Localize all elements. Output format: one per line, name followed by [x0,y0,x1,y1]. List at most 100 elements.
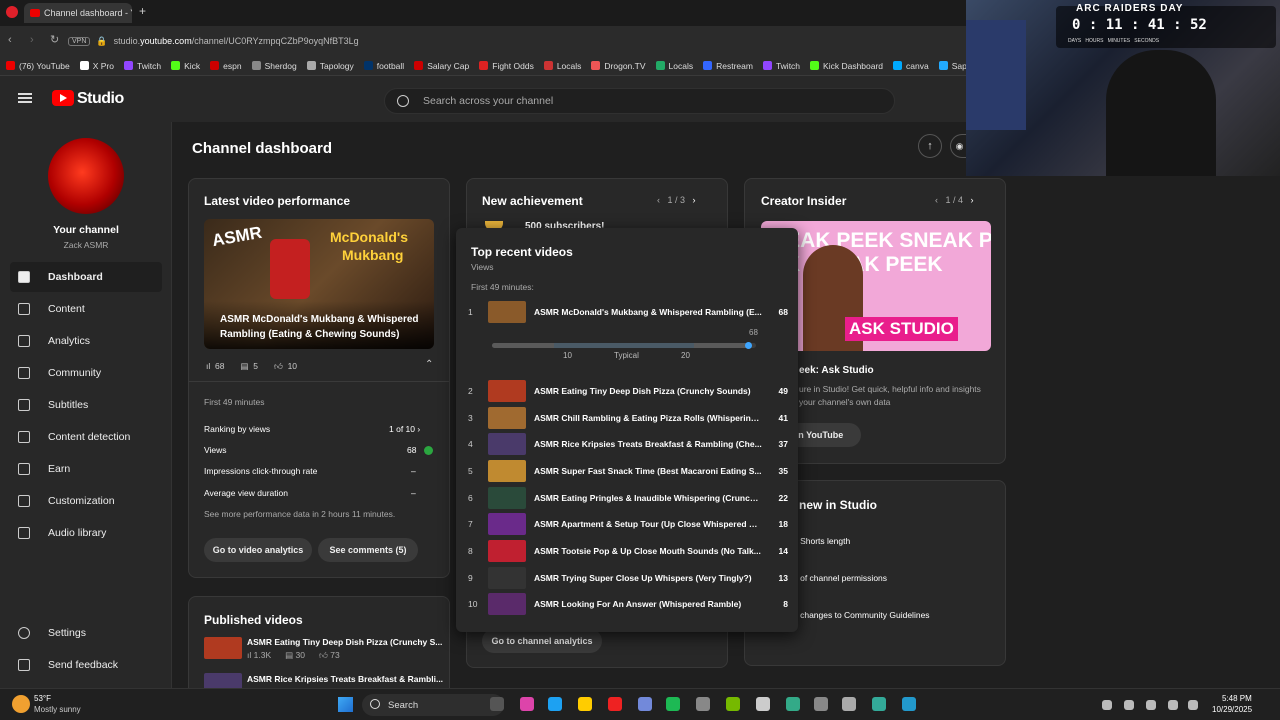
sidebar-item-community[interactable]: Community [10,358,162,388]
bookmark-item[interactable]: Salary Cap [414,61,469,71]
pager-text: 1 / 4 [945,195,964,205]
video-views: 68 [778,307,788,317]
sidebar-item-analytics[interactable]: Analytics [10,326,162,356]
ctr-value: – [411,466,416,476]
upload-icon[interactable]: ↑ [918,134,942,158]
video-title: ASMR Eating Tiny Deep Dish Pizza (Crunch… [534,386,751,396]
sidebar-item-label: Subtitles [48,399,89,411]
sidebar-item-feedback[interactable]: Send feedback [10,650,162,680]
top-video-row[interactable]: 9 ASMR Trying Super Close Up Whispers (Ve… [468,566,788,590]
studio-logo-text[interactable]: Studio [77,90,124,108]
see-comments-button[interactable]: See comments (5) [318,538,418,562]
sidebar-item-content-detection[interactable]: Content detection [10,422,162,452]
popup-subtitle: Views [471,262,494,272]
tray-icon[interactable] [1102,700,1112,710]
bookmark-item[interactable]: espn [210,61,242,71]
video-thumbnail[interactable]: ASMR McDonald's Mukbang ASMR McDonald's … [204,219,434,349]
bookmark-item[interactable]: Tapology [306,61,354,71]
bookmark-item[interactable]: Fight Odds [479,61,534,71]
sidebar-item-customization[interactable]: Customization [10,486,162,516]
taskbar-app-icon[interactable] [842,697,856,711]
bookmark-item[interactable]: X Pro [79,61,114,71]
taskbar-app-icon[interactable] [666,697,680,711]
collapse-icon[interactable]: ⌃ [425,359,433,370]
url-field[interactable]: VPN 🔒 studio. youtube.com/channel/UC0RYzm… [68,32,968,50]
top-video-row[interactable]: 8 ASMR Tootsie Pop & Up Close Mouth Sound… [468,539,788,563]
dollar-icon [18,463,30,475]
top-video-row[interactable]: 3 ASMR Chill Rambling & Eating Pizza Roll… [468,406,788,430]
insider-description: ure in Studio! Get quick, helpful info a… [799,384,981,407]
likes-stat: 👍︎ 73 [319,650,340,660]
taskbar-app-icon[interactable] [608,697,622,711]
taskbar-app-icon[interactable] [872,697,886,711]
whats-new-item[interactable]: g Shorts length [793,536,850,546]
tray-icon[interactable] [1168,700,1178,710]
bookmark-item[interactable]: Restream [703,61,753,71]
top-video-row[interactable]: 1 ASMR McDonald's Mukbang & Whispered Ram… [468,300,788,324]
top-video-row[interactable]: 5 ASMR Super Fast Snack Time (Best Macaro… [468,459,788,483]
taskbar-app-icon[interactable] [520,697,534,711]
menu-icon[interactable] [18,93,32,95]
sidebar-item-content[interactable]: Content [10,294,162,324]
bookmark-item[interactable]: Twitch [124,61,161,71]
taskbar-app-icon[interactable] [756,697,770,711]
bookmark-item[interactable]: Twitch [762,61,800,71]
channel-avatar[interactable] [48,138,124,214]
ranking-value[interactable]: 1 of 10 › [389,424,420,434]
video-rank: 10 [468,599,478,609]
published-video-title[interactable]: ASMR Rice Kripsies Treats Breakfast & Ra… [247,674,443,684]
bookmark-item[interactable]: Locals [655,61,693,71]
forward-icon[interactable]: › [30,34,34,46]
bookmark-item[interactable]: Kick Dashboard [810,61,883,71]
bookmark-item[interactable]: football [363,61,404,71]
bookmark-item[interactable]: Kick [171,61,200,71]
video-analytics-button[interactable]: Go to video analytics [204,538,312,562]
published-video-title[interactable]: ASMR Eating Tiny Deep Dish Pizza (Crunch… [247,637,442,647]
sidebar-item-earn[interactable]: Earn [10,454,162,484]
taskbar-app-icon[interactable] [902,697,916,711]
taskbar-app-icon[interactable] [578,697,592,711]
taskbar-app-icon[interactable] [490,697,504,711]
reload-icon[interactable]: ↻ [50,33,59,46]
top-video-row[interactable]: 4 ASMR Rice Kripsies Treats Breakfast & R… [468,432,788,456]
tray-icon[interactable] [1124,700,1134,710]
top-video-row[interactable]: 2 ASMR Eating Tiny Deep Dish Pizza (Crunc… [468,379,788,403]
taskbar-app-icon[interactable] [726,697,740,711]
windows-start-icon[interactable] [338,697,353,712]
bookmark-label: Twitch [137,60,162,71]
new-tab-icon[interactable]: + [139,5,151,17]
sidebar-item-dashboard[interactable]: Dashboard [10,262,162,292]
video-thumbnail [488,380,526,402]
top-video-row[interactable]: 7 ASMR Apartment & Setup Tour (Up Close W… [468,512,788,536]
browser-tab[interactable]: Channel dashboard - You [24,3,132,23]
back-icon[interactable]: ‹ [8,34,12,46]
bookmark-item[interactable]: Drogon.TV [591,61,646,71]
customization-icon [18,495,30,507]
bookmark-item[interactable]: (76) YouTube [6,61,70,71]
search-input[interactable]: Search across your channel [384,88,895,114]
whats-new-item[interactable]: g changes to Community Guidelines [793,610,930,620]
tray-icon[interactable] [1146,700,1156,710]
video-thumbnail[interactable] [204,637,242,659]
bookmark-item[interactable]: Sherdog [251,61,297,71]
top-video-row[interactable]: 6 ASMR Eating Pringles & Inaudible Whispe… [468,486,788,510]
sidebar-item-audio-library[interactable]: Audio library [10,518,162,548]
whats-new-item[interactable]: n of channel permissions [793,573,887,583]
top-video-row[interactable]: 10 ASMR Looking For An Answer (Whispered … [468,592,788,616]
youtube-logo-icon[interactable] [52,90,74,106]
taskbar-app-icon[interactable] [548,697,562,711]
opera-logo-icon[interactable] [6,6,18,18]
bookmark-item[interactable]: canva [893,61,929,71]
tray-icon[interactable] [1188,700,1198,710]
taskbar-app-icon[interactable] [638,697,652,711]
sidebar-item-subtitles[interactable]: Subtitles [10,390,162,420]
taskbar-search[interactable]: Search [362,694,504,716]
vpn-badge[interactable]: VPN [68,36,91,46]
taskbar-app-icon[interactable] [696,697,710,711]
weather-icon[interactable] [12,695,30,713]
channel-analytics-button[interactable]: Go to channel analytics [482,629,602,653]
taskbar-app-icon[interactable] [786,697,800,711]
sidebar-item-settings[interactable]: Settings [10,618,162,648]
taskbar-app-icon[interactable] [814,697,828,711]
bookmark-item[interactable]: Locals [543,61,581,71]
